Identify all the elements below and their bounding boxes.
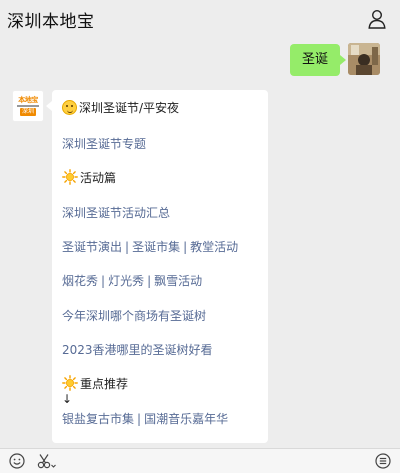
sun-icon: [62, 375, 78, 391]
chat-area[interactable]: 圣诞 本地宝 深圳 深圳圣诞节/平安夜 深圳圣诞节专题 活动篇 深圳圣诞节活动汇…: [0, 38, 400, 448]
down-arrow: ↓: [62, 392, 73, 406]
chat-header: 深圳本地宝: [0, 0, 400, 38]
separator: |: [125, 240, 130, 254]
avatar-divider: [17, 105, 39, 107]
tree-link[interactable]: 今年深圳哪个商场有圣诞树: [62, 307, 206, 324]
fireworks-link[interactable]: 烟花秀: [62, 274, 98, 288]
section-activities-label: 活动篇: [80, 171, 117, 185]
chat-title: 深圳本地宝: [7, 11, 95, 32]
music-carnival-link[interactable]: 国潮音乐嘉年华: [144, 412, 228, 426]
lightshow-link[interactable]: 灯光秀: [108, 274, 144, 288]
emoji-icon[interactable]: [6, 450, 28, 472]
input-toolbar: [0, 448, 400, 473]
heading-text: 深圳圣诞节/平安夜: [79, 101, 180, 115]
church-link[interactable]: 教堂活动: [190, 240, 238, 254]
separator: |: [137, 412, 142, 426]
account-avatar[interactable]: 本地宝 深圳: [12, 90, 44, 122]
topic-link[interactable]: 深圳圣诞节专题: [62, 135, 146, 152]
sun-icon: [62, 169, 78, 185]
market-link[interactable]: 圣诞市集: [132, 240, 180, 254]
reply-card: 深圳圣诞节/平安夜 深圳圣诞节专题 活动篇 深圳圣诞节活动汇总 圣诞节演出 | …: [46, 90, 268, 443]
outgoing-bubble[interactable]: 圣诞: [289, 44, 347, 76]
chat-window: 深圳本地宝 圣诞 本地宝 深圳 深圳圣诞节/平安夜 深圳圣诞节专题 活动篇 深圳…: [0, 0, 400, 473]
scissors-icon[interactable]: [36, 450, 58, 472]
incoming-message: 本地宝 深圳 深圳圣诞节/平安夜 深圳圣诞节专题 活动篇 深圳圣诞节活动汇总 圣…: [12, 90, 268, 443]
smile-emoji-icon: [62, 100, 77, 115]
show-link[interactable]: 圣诞节演出: [62, 240, 122, 254]
person-icon[interactable]: [364, 6, 390, 32]
separator: |: [147, 274, 152, 288]
snow-link[interactable]: 飘雪活动: [154, 274, 202, 288]
separator: |: [183, 240, 188, 254]
activities-summary-link[interactable]: 深圳圣诞节活动汇总: [62, 204, 170, 221]
card-heading: 深圳圣诞节/平安夜: [62, 99, 179, 116]
section-activities: 活动篇: [62, 169, 116, 186]
section-recommend-label: 重点推荐: [80, 377, 129, 391]
avatar-brand-text: 本地宝: [18, 96, 38, 104]
hk-tree-link[interactable]: 2023香港哪里的圣诞树好看: [62, 341, 213, 358]
silver-market-link[interactable]: 银盐复古市集: [62, 412, 134, 426]
outgoing-message: 圣诞: [289, 43, 380, 76]
menu-icon[interactable]: [372, 450, 394, 472]
avatar-city-text: 深圳: [19, 108, 36, 116]
section-recommend: 重点推荐: [62, 375, 128, 392]
user-avatar[interactable]: [348, 43, 380, 75]
links-row-2: 烟花秀 | 灯光秀 | 飘雪活动: [62, 272, 202, 289]
links-row-3: 银盐复古市集 | 国潮音乐嘉年华: [62, 410, 228, 427]
links-row-1: 圣诞节演出 | 圣诞市集 | 教堂活动: [62, 238, 238, 255]
separator: |: [101, 274, 106, 288]
